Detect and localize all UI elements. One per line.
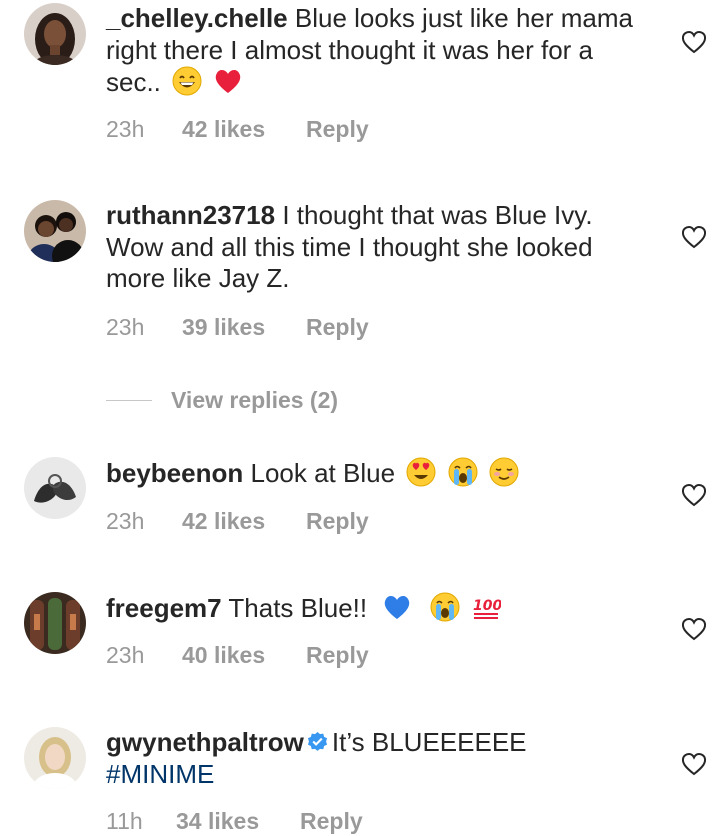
- view-replies-label[interactable]: View replies (2): [171, 387, 338, 414]
- comment-body: gwynethpaltrow It’s BLUEEEEEE #MINIME: [106, 727, 651, 790]
- reply-button[interactable]: Reply: [306, 116, 369, 143]
- smiling-blush-emoji: [489, 457, 519, 487]
- avatar[interactable]: [24, 200, 86, 262]
- red-heart-emoji: [213, 66, 243, 96]
- comment-meta: 23h 39 likes Reply: [106, 314, 369, 341]
- comment-meta: 23h 40 likes Reply: [106, 642, 369, 669]
- reply-button[interactable]: Reply: [306, 314, 369, 341]
- crying-face-emoji: [448, 457, 478, 487]
- grinning-face-emoji: [172, 66, 202, 96]
- like-heart-icon[interactable]: [681, 752, 707, 776]
- username[interactable]: freegem7: [106, 593, 222, 623]
- avatar[interactable]: [24, 3, 86, 65]
- avatar[interactable]: [24, 727, 86, 789]
- like-heart-icon[interactable]: [681, 30, 707, 54]
- comment-body: ruthann23718 I thought that was Blue Ivy…: [106, 200, 651, 295]
- comment-body: beybeenon Look at Blue: [106, 457, 651, 490]
- comment-body: freegem7 Thats Blue!! 100: [106, 592, 651, 625]
- heart-eyes-emoji: [406, 457, 436, 487]
- reply-button[interactable]: Reply: [306, 508, 369, 535]
- comment-meta: 11h 34 likes Reply: [106, 808, 363, 835]
- username[interactable]: _chelley.chelle: [106, 3, 288, 33]
- timestamp: 23h: [106, 508, 145, 534]
- hashtag-link[interactable]: #MINIME: [106, 759, 214, 789]
- username[interactable]: ruthann23718: [106, 200, 275, 230]
- comment-text: Look at Blue: [250, 458, 396, 488]
- crying-face-emoji: [430, 592, 460, 622]
- verified-badge-icon: [306, 730, 329, 753]
- likes-count[interactable]: 40 likes: [182, 642, 306, 669]
- likes-count[interactable]: 34 likes: [176, 808, 300, 835]
- svg-text:100: 100: [473, 598, 501, 614]
- reply-button[interactable]: Reply: [300, 808, 363, 835]
- comment-text: Thats Blue!!: [228, 593, 368, 623]
- avatar[interactable]: [24, 457, 86, 519]
- timestamp: 23h: [106, 116, 145, 142]
- comment-body: _chelley.chelle Blue looks just like her…: [106, 3, 651, 99]
- likes-count[interactable]: 42 likes: [182, 508, 306, 535]
- timestamp: 11h: [106, 808, 143, 834]
- like-heart-icon[interactable]: [681, 225, 707, 249]
- likes-count[interactable]: 39 likes: [182, 314, 306, 341]
- timestamp: 23h: [106, 314, 145, 340]
- username[interactable]: gwynethpaltrow: [106, 727, 304, 757]
- comment-meta: 23h 42 likes Reply: [106, 508, 369, 535]
- like-heart-icon[interactable]: [681, 483, 707, 507]
- timestamp: 23h: [106, 642, 145, 668]
- comment-text: It’s BLUEEEEEE: [331, 727, 527, 757]
- like-heart-icon[interactable]: [681, 617, 707, 641]
- username[interactable]: beybeenon: [106, 458, 243, 488]
- avatar[interactable]: [24, 592, 86, 654]
- likes-count[interactable]: 42 likes: [182, 116, 306, 143]
- blue-heart-emoji: [382, 592, 412, 622]
- comment-meta: 23h 42 likes Reply: [106, 116, 369, 143]
- hundred-points-emoji: 100: [471, 592, 501, 622]
- divider-line: [106, 400, 152, 401]
- reply-button[interactable]: Reply: [306, 642, 369, 669]
